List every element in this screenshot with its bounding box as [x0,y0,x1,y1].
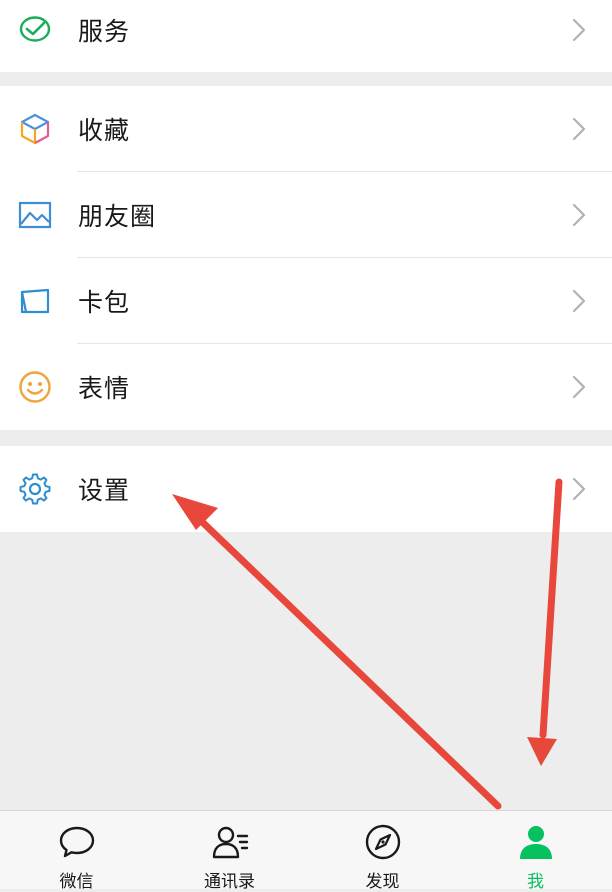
menu-item-settings[interactable]: 设置 [0,446,612,532]
tab-chats-label: 微信 [59,872,94,892]
card-wallet-icon [18,284,52,318]
menu-item-cards-label: 卡包 [78,288,131,317]
menu-item-favorites[interactable]: 收藏 [0,86,612,172]
chat-bubble-icon [58,823,96,861]
cube-icon [18,112,52,146]
chevron-right-icon [572,18,586,42]
arrow-to-settings [172,494,502,810]
menu-group-settings: 设置 [0,446,612,532]
chevron-right-icon [572,117,586,141]
menu-item-cards[interactable]: 卡包 [0,258,612,344]
chevron-right-icon [572,203,586,227]
menu-item-favorites-label: 收藏 [78,116,131,145]
tab-contacts[interactable]: 通讯录 [153,811,306,892]
menu-item-moments-label: 朋友圈 [78,202,157,231]
menu-item-service[interactable]: 服务 [0,0,612,72]
chevron-right-icon [572,375,586,399]
menu-group-main: 收藏 朋友圈 卡包 表情 [0,86,612,430]
tab-me-label: 我 [527,872,544,892]
menu-group-service: 服务 [0,0,612,72]
picture-icon [18,198,52,232]
smiley-icon [18,370,52,404]
person-icon [517,823,555,861]
tab-chats[interactable]: 微信 [0,811,153,892]
service-check-icon [18,13,52,47]
tab-discover[interactable]: 发现 [306,811,459,892]
chevron-right-icon [572,477,586,501]
tab-me[interactable]: 我 [459,811,612,892]
tab-contacts-label: 通讯录 [204,872,255,892]
tab-discover-label: 发现 [365,872,400,892]
menu-item-service-label: 服务 [78,17,131,46]
menu-item-stickers[interactable]: 表情 [0,344,612,430]
chevron-right-icon [572,289,586,313]
contacts-icon [211,823,249,861]
menu-item-moments[interactable]: 朋友圈 [0,172,612,258]
compass-icon [364,823,402,861]
menu-item-settings-label: 设置 [78,476,131,505]
menu-item-stickers-label: 表情 [78,374,131,403]
gear-icon [18,472,52,506]
bottom-tab-bar: 微信 通讯录 发现 我 [0,810,612,892]
